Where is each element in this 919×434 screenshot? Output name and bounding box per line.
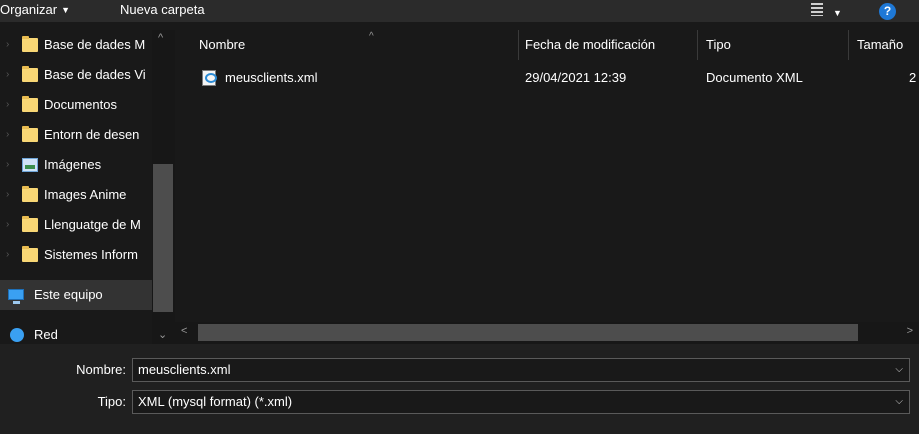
filetype-label: Tipo: — [97, 394, 126, 409]
chevron-down-icon[interactable]: ⌄ — [158, 328, 167, 341]
xml-file-icon — [202, 70, 217, 86]
column-divider[interactable] — [518, 30, 519, 60]
nav-item-label: Imágenes — [44, 157, 102, 172]
expand-chevron-icon[interactable]: › — [6, 60, 16, 90]
new-folder-button[interactable]: Nueva carpeta — [120, 0, 205, 22]
filename-input[interactable]: meusclients.xml ⌵ — [132, 358, 910, 382]
folder-icon — [22, 126, 38, 142]
chevron-right-icon[interactable]: > — [907, 325, 913, 337]
pictures-icon — [22, 158, 38, 172]
sort-ascending-icon: ^ — [369, 31, 374, 42]
expand-chevron-icon[interactable]: › — [6, 90, 16, 120]
organize-button[interactable]: Organizar ▼ — [0, 0, 70, 22]
expand-chevron-icon[interactable]: › — [6, 180, 16, 210]
expand-chevron-icon[interactable]: › — [6, 240, 16, 270]
view-options-button[interactable]: ▼ — [811, 2, 845, 20]
file-list: Nombre ^ Fecha de modificación Tipo Tama… — [175, 30, 919, 322]
file-type: Documento XML — [706, 70, 803, 85]
nav-item-base-de-dades-vi[interactable]: › Base de dades Vi — [0, 60, 152, 90]
expand-chevron-icon[interactable]: › — [6, 30, 16, 60]
horizontal-scrollbar[interactable]: < > — [175, 322, 919, 344]
nav-item-label: Documentos — [44, 97, 117, 112]
nav-item-label: Sistemes Inform — [44, 247, 138, 262]
column-header-type[interactable]: Tipo — [706, 30, 846, 60]
column-divider[interactable] — [848, 30, 849, 60]
navigation-pane: › Base de dades M › Base de dades Vi › D… — [0, 30, 175, 344]
column-header-size[interactable]: Tamaño — [857, 30, 919, 60]
folder-icon — [22, 96, 38, 112]
expand-chevron-icon[interactable]: › — [6, 210, 16, 240]
nav-item-label: Images Anime — [44, 187, 127, 202]
horizontal-scroll-thumb[interactable] — [198, 324, 858, 341]
nav-item-llenguatge-de-m[interactable]: › Llenguatge de M — [0, 210, 152, 240]
network-icon — [10, 328, 24, 342]
filename-value: meusclients.xml — [138, 362, 231, 377]
chevron-down-icon[interactable]: ⌵ — [895, 359, 903, 381]
chevron-left-icon[interactable]: < — [181, 325, 187, 337]
save-form: Nombre: meusclients.xml ⌵ Tipo: XML (mys… — [0, 344, 919, 434]
nav-item-label: Red — [34, 327, 58, 342]
filetype-select[interactable]: XML (mysql format) (*.xml) ⌵ — [132, 390, 910, 414]
filename-label: Nombre: — [76, 362, 126, 377]
folder-icon — [22, 246, 38, 262]
computer-icon — [8, 289, 24, 304]
nav-scroll-thumb[interactable] — [153, 164, 173, 312]
help-button[interactable]: ? — [879, 3, 896, 20]
chevron-up-icon[interactable]: ^ — [158, 32, 163, 44]
file-modified: 29/04/2021 12:39 — [525, 70, 627, 85]
view-options-icon — [811, 3, 823, 16]
nav-item-red[interactable]: Red — [0, 320, 152, 344]
filetype-value: XML (mysql format) (*.xml) — [138, 394, 293, 409]
column-divider[interactable] — [697, 30, 698, 60]
file-size: 2 — [909, 70, 917, 85]
nav-item-sistemes-inform[interactable]: › Sistemes Inform — [0, 240, 152, 270]
file-row[interactable]: meusclients.xml 29/04/2021 12:39 Documen… — [175, 66, 919, 90]
column-header-modified[interactable]: Fecha de modificación — [525, 30, 695, 60]
nav-item-base-de-dades-m[interactable]: › Base de dades M — [0, 30, 152, 60]
chevron-down-icon[interactable]: ⌵ — [895, 391, 903, 413]
folder-icon — [22, 186, 38, 202]
nav-item-label: Llenguatge de M — [44, 217, 141, 232]
folder-icon — [22, 216, 38, 232]
nav-item-label: Base de dades Vi — [44, 67, 146, 82]
nav-item-images-anime[interactable]: › Images Anime — [0, 180, 152, 210]
column-header-name[interactable]: Nombre ^ — [199, 30, 518, 60]
file-name: meusclients.xml — [225, 70, 318, 85]
chevron-down-icon: ▼ — [833, 8, 842, 18]
toolbar: Organizar ▼ Nueva carpeta ▼ ? — [0, 0, 919, 22]
nav-item-imagenes[interactable]: › Imágenes — [0, 150, 152, 180]
chevron-down-icon: ▼ — [61, 5, 70, 15]
folder-icon — [22, 66, 38, 82]
nav-item-documentos[interactable]: › Documentos — [0, 90, 152, 120]
folder-icon — [22, 36, 38, 52]
nav-item-este-equipo[interactable]: Este equipo — [0, 280, 152, 310]
expand-chevron-icon[interactable]: › — [6, 150, 16, 180]
nav-item-entorn-de-desen[interactable]: › Entorn de desen — [0, 120, 152, 150]
expand-chevron-icon[interactable]: › — [6, 120, 16, 150]
nav-scrollbar[interactable]: ^ ⌄ — [152, 30, 175, 344]
organize-label: Organizar — [0, 2, 58, 17]
column-header-label: Nombre — [199, 37, 246, 52]
nav-item-label: Entorn de desen — [44, 127, 140, 142]
nav-item-label: Base de dades M — [44, 37, 146, 52]
nav-item-label: Este equipo — [34, 287, 103, 302]
